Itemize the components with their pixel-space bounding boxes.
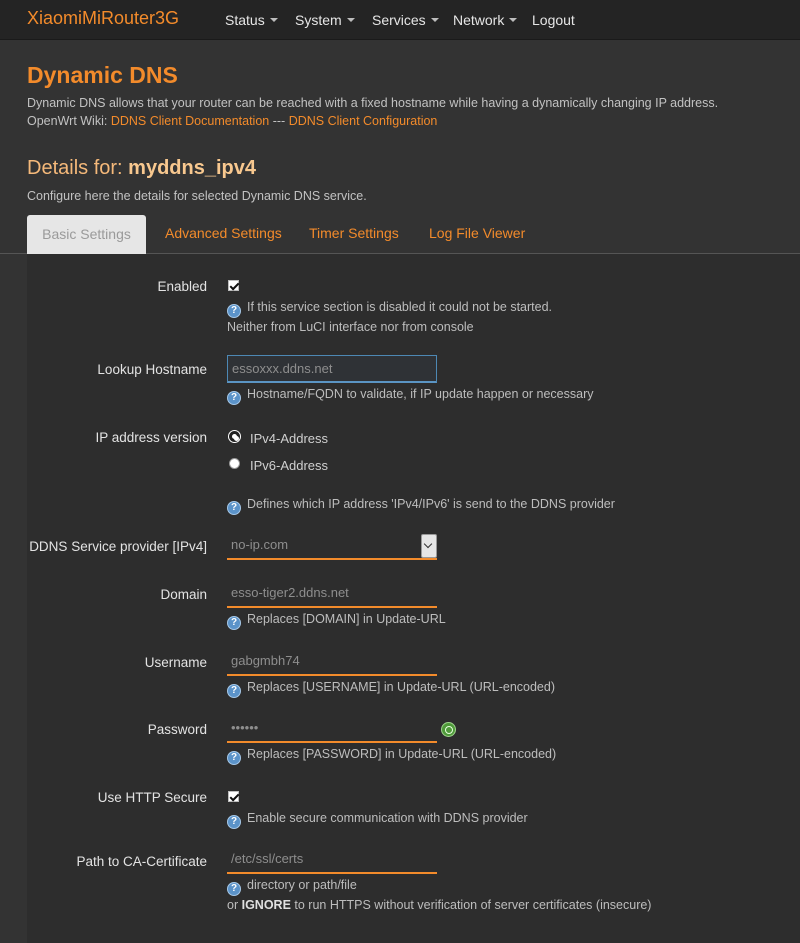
lookup-hostname-help: ? Hostname/FQDN to validate, if IP update…: [227, 387, 593, 405]
tab-log-file-viewer[interactable]: Log File Viewer: [429, 214, 525, 253]
ca-cert-help-prefix: or: [227, 898, 239, 912]
help-icon: ?: [227, 304, 241, 318]
details-prefix: Details for:: [27, 157, 123, 179]
ddns-config-link[interactable]: DDNS Client Configuration: [289, 114, 438, 128]
domain-label: Domain: [160, 587, 207, 602]
username-help: ? Replaces [USERNAME] in Update-URL (URL-…: [227, 680, 555, 698]
username-input[interactable]: gabgmbh74: [227, 648, 437, 676]
tab-timer-settings[interactable]: Timer Settings: [309, 214, 399, 253]
details-description: Configure here the details for selected …: [27, 189, 367, 203]
tab-advanced-settings[interactable]: Advanced Settings: [165, 214, 282, 253]
ca-cert-help-text: directory or path/file: [247, 878, 357, 892]
username-label: Username: [144, 655, 207, 670]
chevron-down-icon[interactable]: [421, 534, 437, 558]
basic-settings-form: Enabled ? If this service section is disa…: [27, 254, 800, 943]
nav-network-label: Network: [453, 12, 505, 28]
ddns-provider-label: DDNS Service provider [IPv4]: [29, 539, 207, 554]
wiki-separator: ---: [272, 114, 286, 128]
domain-help-text: Replaces [DOMAIN] in Update-URL: [247, 612, 446, 626]
lookup-hostname-help-text: Hostname/FQDN to validate, if IP update …: [247, 387, 594, 401]
reveal-password-icon[interactable]: [441, 722, 456, 737]
wiki-links: OpenWrt Wiki: DDNS Client Documentation …: [27, 114, 437, 128]
details-title: Details for: myddns_ipv4: [27, 157, 256, 180]
https-checkbox[interactable]: [228, 791, 239, 802]
https-help: ? Enable secure communication with DDNS p…: [227, 811, 528, 829]
username-help-text: Replaces [USERNAME] in Update-URL (URL-e…: [247, 680, 555, 694]
nav-services-label: Services: [372, 12, 426, 28]
ipv4-radio[interactable]: [229, 431, 240, 442]
help-icon: ?: [227, 501, 241, 515]
ip-version-help: ? Defines which IP address 'IPv4/IPv6' is…: [227, 497, 615, 515]
help-icon: ?: [227, 751, 241, 765]
brand-logo[interactable]: XiaomiMiRouter3G: [27, 8, 179, 29]
chevron-down-icon: [430, 18, 439, 23]
enabled-checkbox[interactable]: [228, 280, 239, 291]
ca-cert-input[interactable]: /etc/ssl/certs: [227, 846, 437, 874]
nav-status[interactable]: Status: [225, 12, 278, 28]
enabled-help: ? If this service section is disabled it …: [227, 300, 552, 318]
domain-input[interactable]: esso-tiger2.ddns.net: [227, 580, 437, 608]
ddns-docs-link[interactable]: DDNS Client Documentation: [111, 114, 269, 128]
nav-network[interactable]: Network: [453, 12, 518, 28]
password-help: ? Replaces [PASSWORD] in Update-URL (URL-…: [227, 747, 556, 765]
ca-cert-label: Path to CA-Certificate: [76, 854, 207, 869]
nav-services[interactable]: Services: [372, 12, 439, 28]
nav-status-label: Status: [225, 12, 265, 28]
nav-system[interactable]: System: [295, 12, 355, 28]
ca-cert-help-ignore: IGNORE: [241, 898, 291, 912]
chevron-down-icon: [346, 18, 355, 23]
help-icon: ?: [227, 684, 241, 698]
tab-basic-settings[interactable]: Basic Settings: [27, 215, 146, 254]
password-help-text: Replaces [PASSWORD] in Update-URL (URL-e…: [247, 747, 557, 761]
top-navbar: XiaomiMiRouter3G Status System Services …: [0, 0, 800, 40]
help-icon: ?: [227, 616, 241, 630]
ddns-provider-select[interactable]: no-ip.com: [227, 532, 437, 560]
https-help-text: Enable secure communication with DDNS pr…: [247, 811, 528, 825]
help-icon: ?: [227, 391, 241, 405]
ddns-provider-value: no-ip.com: [231, 537, 289, 552]
ipv6-radio-label: IPv6-Address: [250, 458, 329, 473]
help-icon: ?: [227, 815, 241, 829]
ca-cert-help: ? directory or path/file: [227, 878, 357, 896]
ca-cert-help-suffix: to run HTTPS without verification of ser…: [294, 898, 652, 912]
enabled-label: Enabled: [157, 279, 207, 294]
ipv6-radio[interactable]: [229, 458, 240, 469]
nav-logout[interactable]: Logout: [532, 12, 575, 28]
settings-tabs: Basic Settings Advanced Settings Timer S…: [0, 214, 800, 254]
page-description: Dynamic DNS allows that your router can …: [27, 96, 719, 110]
chevron-down-icon: [509, 18, 518, 23]
lookup-hostname-input[interactable]: essoxxx.ddns.net: [227, 355, 437, 383]
domain-help: ? Replaces [DOMAIN] in Update-URL: [227, 612, 446, 630]
ca-cert-help-line2: or IGNORE to run HTTPS without verificat…: [227, 898, 651, 912]
password-label: Password: [147, 722, 207, 737]
password-input[interactable]: ••••••: [227, 715, 437, 743]
enabled-help-text: If this service section is disabled it c…: [247, 300, 553, 314]
help-icon: ?: [227, 882, 241, 896]
https-label: Use HTTP Secure: [97, 790, 207, 805]
ip-version-label: IP address version: [95, 430, 207, 445]
page-title: Dynamic DNS: [27, 62, 178, 88]
ip-version-help-text: Defines which IP address 'IPv4/IPv6' is …: [247, 497, 615, 511]
enabled-help-line2: Neither from LuCI interface nor from con…: [227, 320, 474, 334]
lookup-hostname-label: Lookup Hostname: [97, 362, 207, 377]
wiki-prefix: OpenWrt Wiki:: [27, 114, 108, 128]
service-name: myddns_ipv4: [128, 157, 256, 179]
ipv4-radio-label: IPv4-Address: [250, 431, 329, 446]
nav-system-label: System: [295, 12, 342, 28]
chevron-down-icon: [269, 18, 278, 23]
